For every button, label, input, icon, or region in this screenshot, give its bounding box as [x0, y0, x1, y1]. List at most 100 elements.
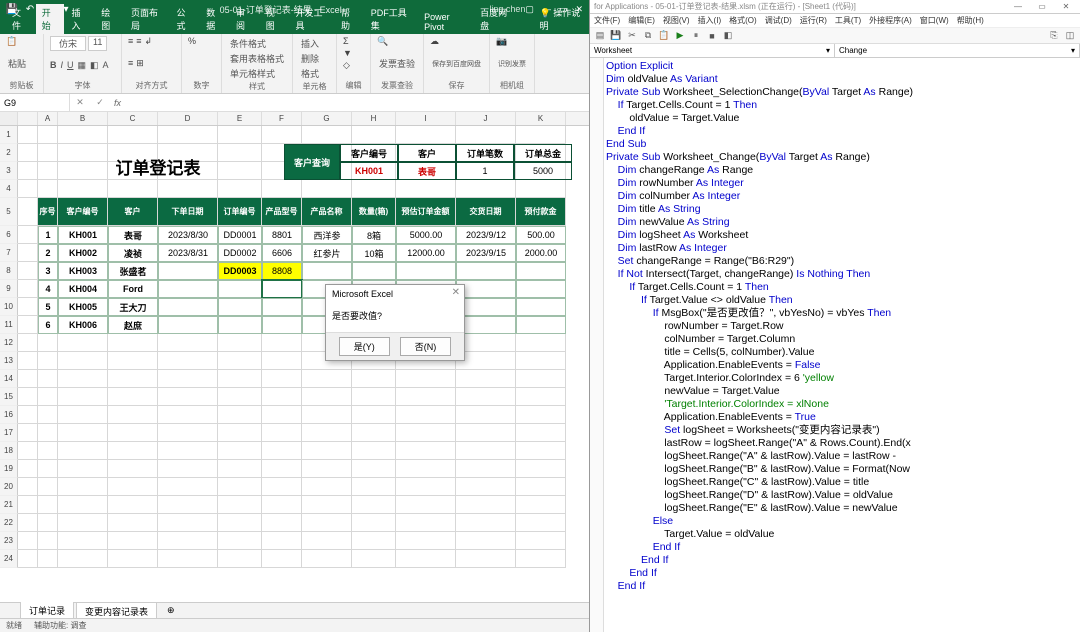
data-cell[interactable]: 2023/9/12: [456, 226, 516, 244]
invoice-icon[interactable]: 🔍: [377, 36, 388, 47]
data-cell[interactable]: KH004: [58, 280, 108, 298]
row-header[interactable]: 22: [0, 514, 18, 532]
data-cell[interactable]: KH005: [58, 298, 108, 316]
font-size[interactable]: 11: [88, 36, 107, 51]
fill-color-icon[interactable]: ◧: [90, 60, 99, 71]
paste-label[interactable]: 粘贴: [6, 56, 37, 71]
msgbox-no-button[interactable]: 否(N): [400, 337, 452, 356]
data-cell[interactable]: [352, 262, 396, 280]
underline-button[interactable]: U: [67, 60, 74, 71]
vba-max-icon[interactable]: ▭: [1032, 2, 1052, 11]
data-cell[interactable]: 王大刀: [108, 298, 158, 316]
vba-menu-item[interactable]: 编辑(E): [628, 15, 655, 26]
data-cell[interactable]: 5000.00: [396, 226, 456, 244]
col-header[interactable]: D: [158, 112, 218, 125]
data-cell[interactable]: [218, 298, 262, 316]
sheet-tab[interactable]: 变更内容记录表: [76, 602, 157, 620]
vba-reset-icon[interactable]: ■: [706, 31, 718, 41]
data-cell[interactable]: 8808: [262, 262, 302, 280]
lookup-value[interactable]: 表哥: [398, 162, 456, 180]
sum-icon[interactable]: Σ: [343, 36, 349, 46]
vba-menu-item[interactable]: 工具(T): [835, 15, 861, 26]
clear-icon[interactable]: ◇: [343, 60, 350, 71]
col-header[interactable]: E: [218, 112, 262, 125]
font-color-icon[interactable]: A: [103, 60, 109, 71]
data-cell[interactable]: 2000.00: [516, 244, 566, 262]
msgbox-yes-button[interactable]: 是(Y): [339, 337, 390, 356]
row-header[interactable]: 7: [0, 244, 18, 262]
row-header[interactable]: 15: [0, 388, 18, 406]
vba-view-icon[interactable]: ▤: [594, 30, 606, 41]
format-button[interactable]: 格式: [299, 66, 330, 81]
row-header[interactable]: 6: [0, 226, 18, 244]
merge-icon[interactable]: ⊞: [136, 58, 144, 69]
font-name[interactable]: 仿宋: [50, 36, 86, 51]
data-cell[interactable]: [158, 280, 218, 298]
data-cell[interactable]: DD0002: [218, 244, 262, 262]
align-left-icon[interactable]: ≡: [128, 58, 133, 68]
col-header[interactable]: A: [38, 112, 58, 125]
vba-copy-icon[interactable]: ⧉: [642, 30, 654, 41]
col-header[interactable]: F: [262, 112, 302, 125]
data-cell[interactable]: [516, 298, 566, 316]
row-header[interactable]: 19: [0, 460, 18, 478]
delete-button[interactable]: 删除: [299, 51, 330, 66]
data-cell[interactable]: 12000.00: [396, 244, 456, 262]
data-cell[interactable]: [262, 298, 302, 316]
name-box[interactable]: G9: [0, 94, 70, 111]
data-cell[interactable]: [262, 280, 302, 298]
vba-menu-item[interactable]: 格式(O): [729, 15, 757, 26]
vba-break-icon[interactable]: ⏸: [690, 30, 702, 41]
data-cell[interactable]: DD0001: [218, 226, 262, 244]
data-cell[interactable]: [158, 316, 218, 334]
data-cell[interactable]: 赵庶: [108, 316, 158, 334]
data-cell[interactable]: [396, 262, 456, 280]
fx-label[interactable]: fx: [110, 98, 121, 108]
vba-min-icon[interactable]: —: [1008, 2, 1028, 11]
data-cell[interactable]: [302, 262, 352, 280]
ribbon-tab[interactable]: 开始: [36, 4, 64, 34]
vba-menu-item[interactable]: 插入(I): [698, 15, 722, 26]
italic-button[interactable]: I: [61, 60, 64, 71]
vba-menu-item[interactable]: 窗口(W): [920, 15, 949, 26]
row-header[interactable]: 20: [0, 478, 18, 496]
border-icon[interactable]: ▦: [78, 60, 87, 71]
cond-format-button[interactable]: 条件格式: [228, 36, 286, 51]
data-cell[interactable]: 500.00: [516, 226, 566, 244]
data-cell[interactable]: 10箱: [352, 244, 396, 262]
row-header[interactable]: 5: [0, 198, 18, 226]
vba-object-dropdown[interactable]: Worksheet▾: [590, 44, 835, 57]
insert-button[interactable]: 插入: [299, 36, 330, 51]
data-cell[interactable]: 红参片: [302, 244, 352, 262]
row-header[interactable]: 11: [0, 316, 18, 334]
data-cell[interactable]: KH006: [58, 316, 108, 334]
row-header[interactable]: 16: [0, 406, 18, 424]
vba-save-icon[interactable]: 💾: [610, 30, 622, 41]
data-cell[interactable]: 6: [38, 316, 58, 334]
data-cell[interactable]: 3: [38, 262, 58, 280]
row-header[interactable]: 24: [0, 550, 18, 568]
data-cell[interactable]: 8箱: [352, 226, 396, 244]
data-cell[interactable]: 2: [38, 244, 58, 262]
data-cell[interactable]: 凌祯: [108, 244, 158, 262]
vba-design-icon[interactable]: ◧: [722, 30, 734, 41]
col-header[interactable]: B: [58, 112, 108, 125]
row-header[interactable]: 13: [0, 352, 18, 370]
tell-me[interactable]: 💡 操作说明: [534, 4, 589, 34]
data-cell[interactable]: KH003: [58, 262, 108, 280]
cloud-icon[interactable]: ☁: [430, 36, 439, 47]
vba-code-editor[interactable]: Option ExplicitDim oldValue As VariantPr…: [604, 58, 1080, 632]
row-header[interactable]: 2: [0, 144, 18, 162]
lookup-value[interactable]: KH001: [340, 162, 398, 180]
data-cell[interactable]: KH001: [58, 226, 108, 244]
vba-paste-icon[interactable]: 📋: [658, 30, 670, 41]
vba-menu-item[interactable]: 外接程序(A): [869, 15, 912, 26]
table-format-button[interactable]: 套用表格格式: [228, 51, 286, 66]
vba-tool3-icon[interactable]: ◫: [1064, 30, 1076, 41]
row-header[interactable]: 9: [0, 280, 18, 298]
data-cell[interactable]: [262, 316, 302, 334]
lookup-button[interactable]: 客户查询: [284, 144, 340, 180]
data-cell[interactable]: [218, 316, 262, 334]
bold-button[interactable]: B: [50, 60, 57, 71]
align-mid-icon[interactable]: ≡: [136, 36, 141, 46]
